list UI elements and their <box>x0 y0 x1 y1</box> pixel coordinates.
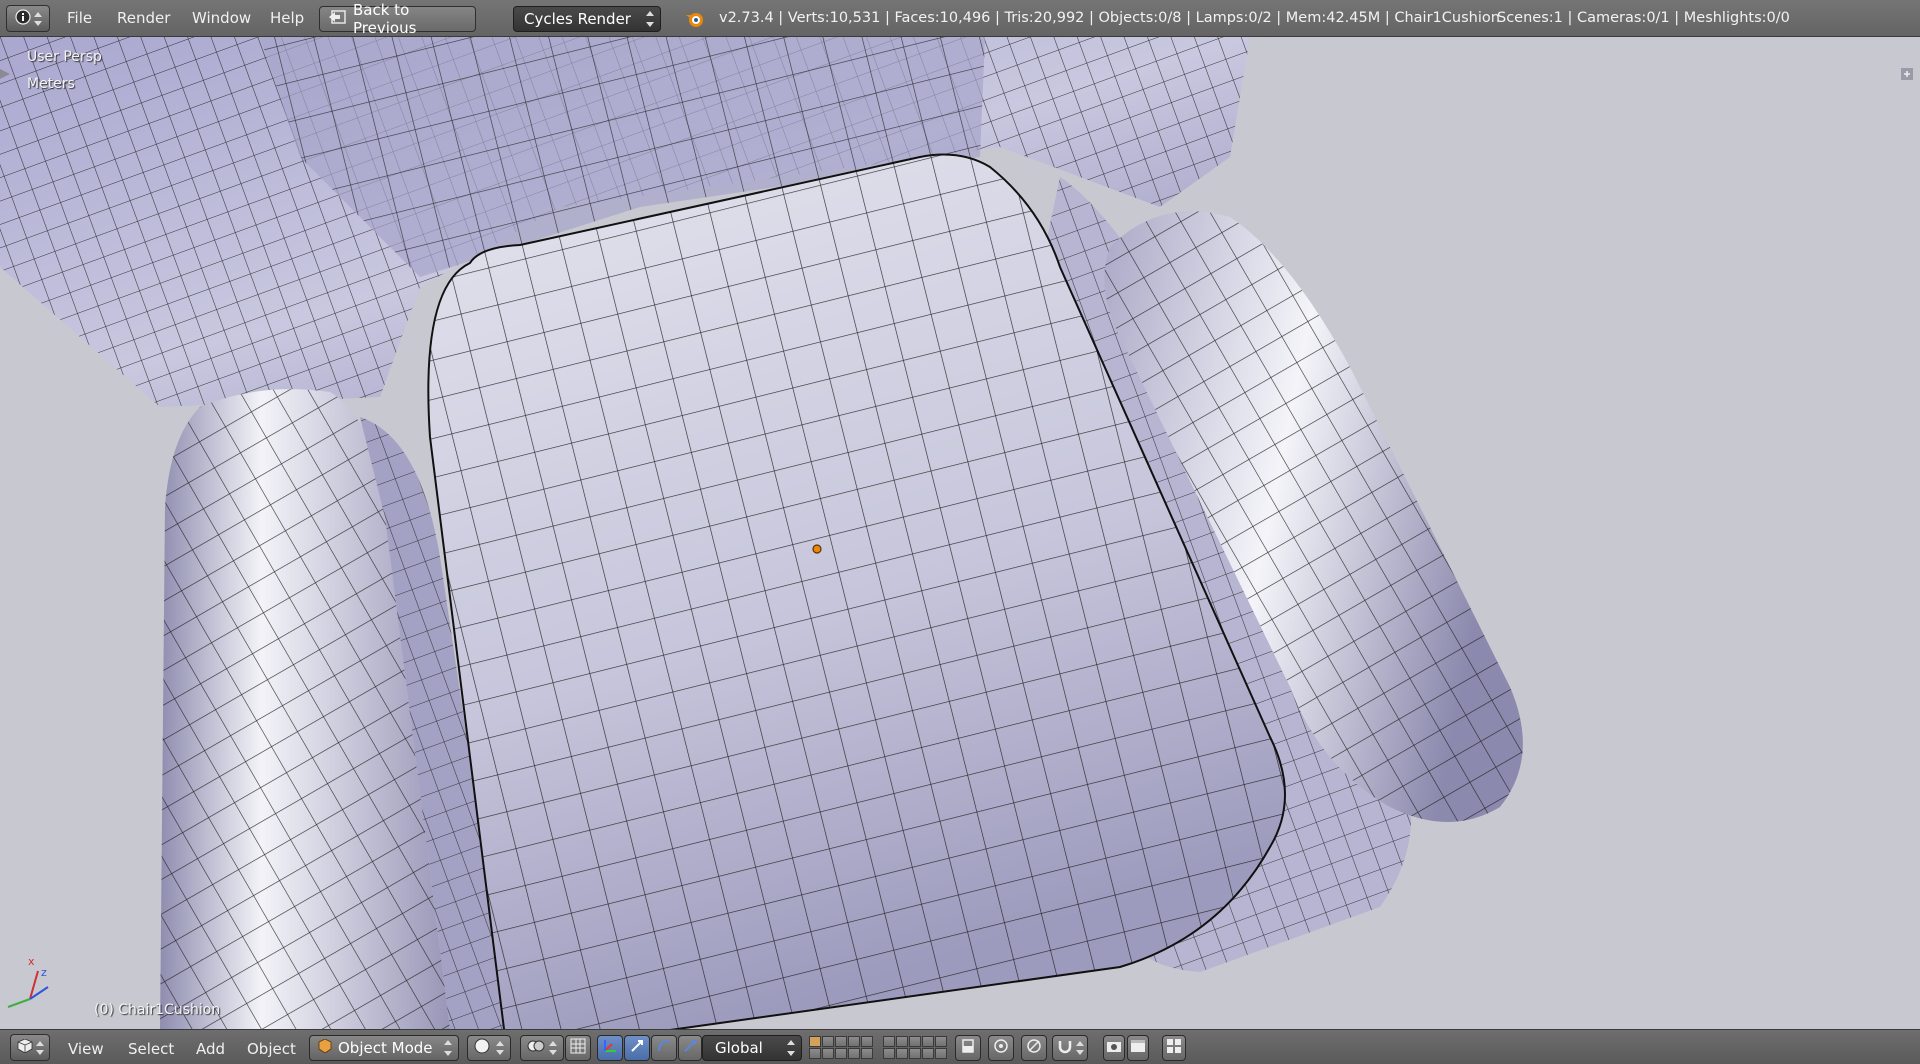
transform-orientation-select[interactable]: Global <box>702 1035 802 1061</box>
chevron-updown-icon <box>496 1041 504 1055</box>
chevron-updown-icon <box>787 1040 795 1056</box>
layer-button[interactable] <box>848 1048 860 1059</box>
view-name-label: User Persp <box>27 49 102 65</box>
layer-button[interactable] <box>822 1048 834 1059</box>
chair-mesh-render <box>0 37 1920 1029</box>
layer-button[interactable] <box>835 1048 847 1059</box>
object-origin-marker <box>812 544 822 554</box>
layer-button[interactable] <box>896 1036 908 1047</box>
pivot-point-select[interactable] <box>520 1035 564 1061</box>
layer-button[interactable] <box>909 1036 921 1047</box>
layer-button[interactable] <box>922 1048 934 1059</box>
layer-button[interactable] <box>883 1048 895 1059</box>
axis-z-label: z <box>41 966 47 979</box>
chevron-updown-icon <box>33 11 42 26</box>
layer-buttons-group-2[interactable] <box>883 1036 947 1059</box>
film-clapper-icon <box>1130 1038 1146 1058</box>
layer-button[interactable] <box>896 1048 908 1059</box>
viewport-shading-select[interactable] <box>467 1035 511 1061</box>
editor-type-button[interactable] <box>10 1034 50 1061</box>
layer-button[interactable] <box>809 1036 821 1047</box>
chevron-updown-icon <box>549 1041 557 1055</box>
rotate-manipulator-button[interactable] <box>651 1035 677 1061</box>
back-to-previous-button[interactable]: Back to Previous <box>319 1 476 37</box>
units-label: Meters <box>27 76 75 92</box>
translate-manipulator-button[interactable] <box>624 1035 650 1061</box>
active-object-label: (0) Chair1Cushion <box>94 1002 221 1018</box>
orientation-value: Global <box>715 1039 763 1057</box>
menu-object[interactable]: Object <box>247 1040 296 1058</box>
scale-icon <box>682 1038 698 1058</box>
grid-icon <box>1166 1038 1182 1058</box>
area-split-widget-left[interactable] <box>0 67 14 81</box>
view3d-icon <box>17 1038 33 1057</box>
layer-button[interactable] <box>809 1048 821 1059</box>
proportional-edit-icon <box>993 1038 1009 1058</box>
solid-shading-icon <box>474 1038 490 1058</box>
back-to-previous-label: Back to Previous <box>353 1 417 37</box>
info-icon <box>14 8 31 29</box>
layer-button[interactable] <box>922 1036 934 1047</box>
pin-scene-button[interactable] <box>1162 1035 1186 1061</box>
camera-render-icon <box>1106 1038 1122 1058</box>
opengl-render-button[interactable] <box>1103 1035 1125 1061</box>
manipulator-toggle[interactable] <box>597 1035 623 1061</box>
falloff-icon <box>1026 1038 1042 1058</box>
layer-button[interactable] <box>861 1036 873 1047</box>
menu-view[interactable]: View <box>68 1040 104 1058</box>
layer-button[interactable] <box>835 1036 847 1047</box>
axis-x-label: x <box>28 955 35 968</box>
chevron-updown-icon <box>646 11 654 27</box>
chevron-updown-icon <box>444 1040 452 1056</box>
layer-buttons-group-1[interactable] <box>809 1036 873 1059</box>
3d-viewport[interactable]: User Persp Meters (0) Chair1Cushion x z <box>0 37 1920 1029</box>
scale-manipulator-button[interactable] <box>678 1035 702 1061</box>
scene-counts: Scenes:1 | Cameras:0/1 | Meshlights:0/0 <box>1497 10 1790 26</box>
menu-help[interactable]: Help <box>270 9 304 27</box>
menu-select[interactable]: Select <box>128 1040 174 1058</box>
chevron-updown-icon <box>35 1040 44 1055</box>
restrict-to-center-toggle[interactable] <box>565 1035 591 1061</box>
proportional-editing-toggle[interactable] <box>988 1035 1014 1061</box>
chevron-updown-icon <box>1075 1041 1084 1055</box>
menu-window[interactable]: Window <box>192 9 251 27</box>
menu-render[interactable]: Render <box>117 9 170 27</box>
layer-button[interactable] <box>935 1036 947 1047</box>
lock-camera-toggle[interactable] <box>955 1035 981 1061</box>
back-icon <box>328 10 346 28</box>
info-header: File Render Window Help Back to Previous… <box>0 0 1920 37</box>
mode-value: Object Mode <box>338 1039 433 1057</box>
layer-button[interactable] <box>935 1048 947 1059</box>
render-engine-value: Cycles Render <box>524 10 631 28</box>
layer-button[interactable] <box>909 1048 921 1059</box>
editor-type-button[interactable] <box>6 5 50 32</box>
menu-file[interactable]: File <box>67 9 92 27</box>
layer-button[interactable] <box>861 1048 873 1059</box>
layer-lock-icon <box>960 1038 976 1058</box>
rotate-arc-icon <box>656 1038 672 1058</box>
snap-toggle[interactable] <box>1052 1035 1088 1061</box>
3d-view-header: View Select Add Object Object Mode Globa… <box>0 1029 1920 1064</box>
menu-add[interactable]: Add <box>196 1040 225 1058</box>
layer-button[interactable] <box>848 1036 860 1047</box>
translate-arrow-icon <box>629 1038 645 1058</box>
object-mode-icon <box>318 1038 332 1057</box>
grid-center-icon <box>570 1038 586 1058</box>
falloff-select[interactable] <box>1021 1035 1047 1061</box>
snap-magnet-icon <box>1057 1038 1073 1058</box>
manipulator-icon <box>602 1038 618 1058</box>
opengl-animation-button[interactable] <box>1127 1035 1149 1061</box>
pivot-icon <box>527 1038 545 1058</box>
render-engine-select[interactable]: Cycles Render <box>513 6 661 32</box>
layer-button[interactable] <box>822 1036 834 1047</box>
scene-statistics: v2.73.4 | Verts:10,531 | Faces:10,496 | … <box>719 10 1500 26</box>
layer-button[interactable] <box>883 1036 895 1047</box>
area-split-widget-right[interactable] <box>1900 67 1914 81</box>
blender-logo-icon <box>684 9 706 33</box>
interaction-mode-select[interactable]: Object Mode <box>309 1035 459 1061</box>
